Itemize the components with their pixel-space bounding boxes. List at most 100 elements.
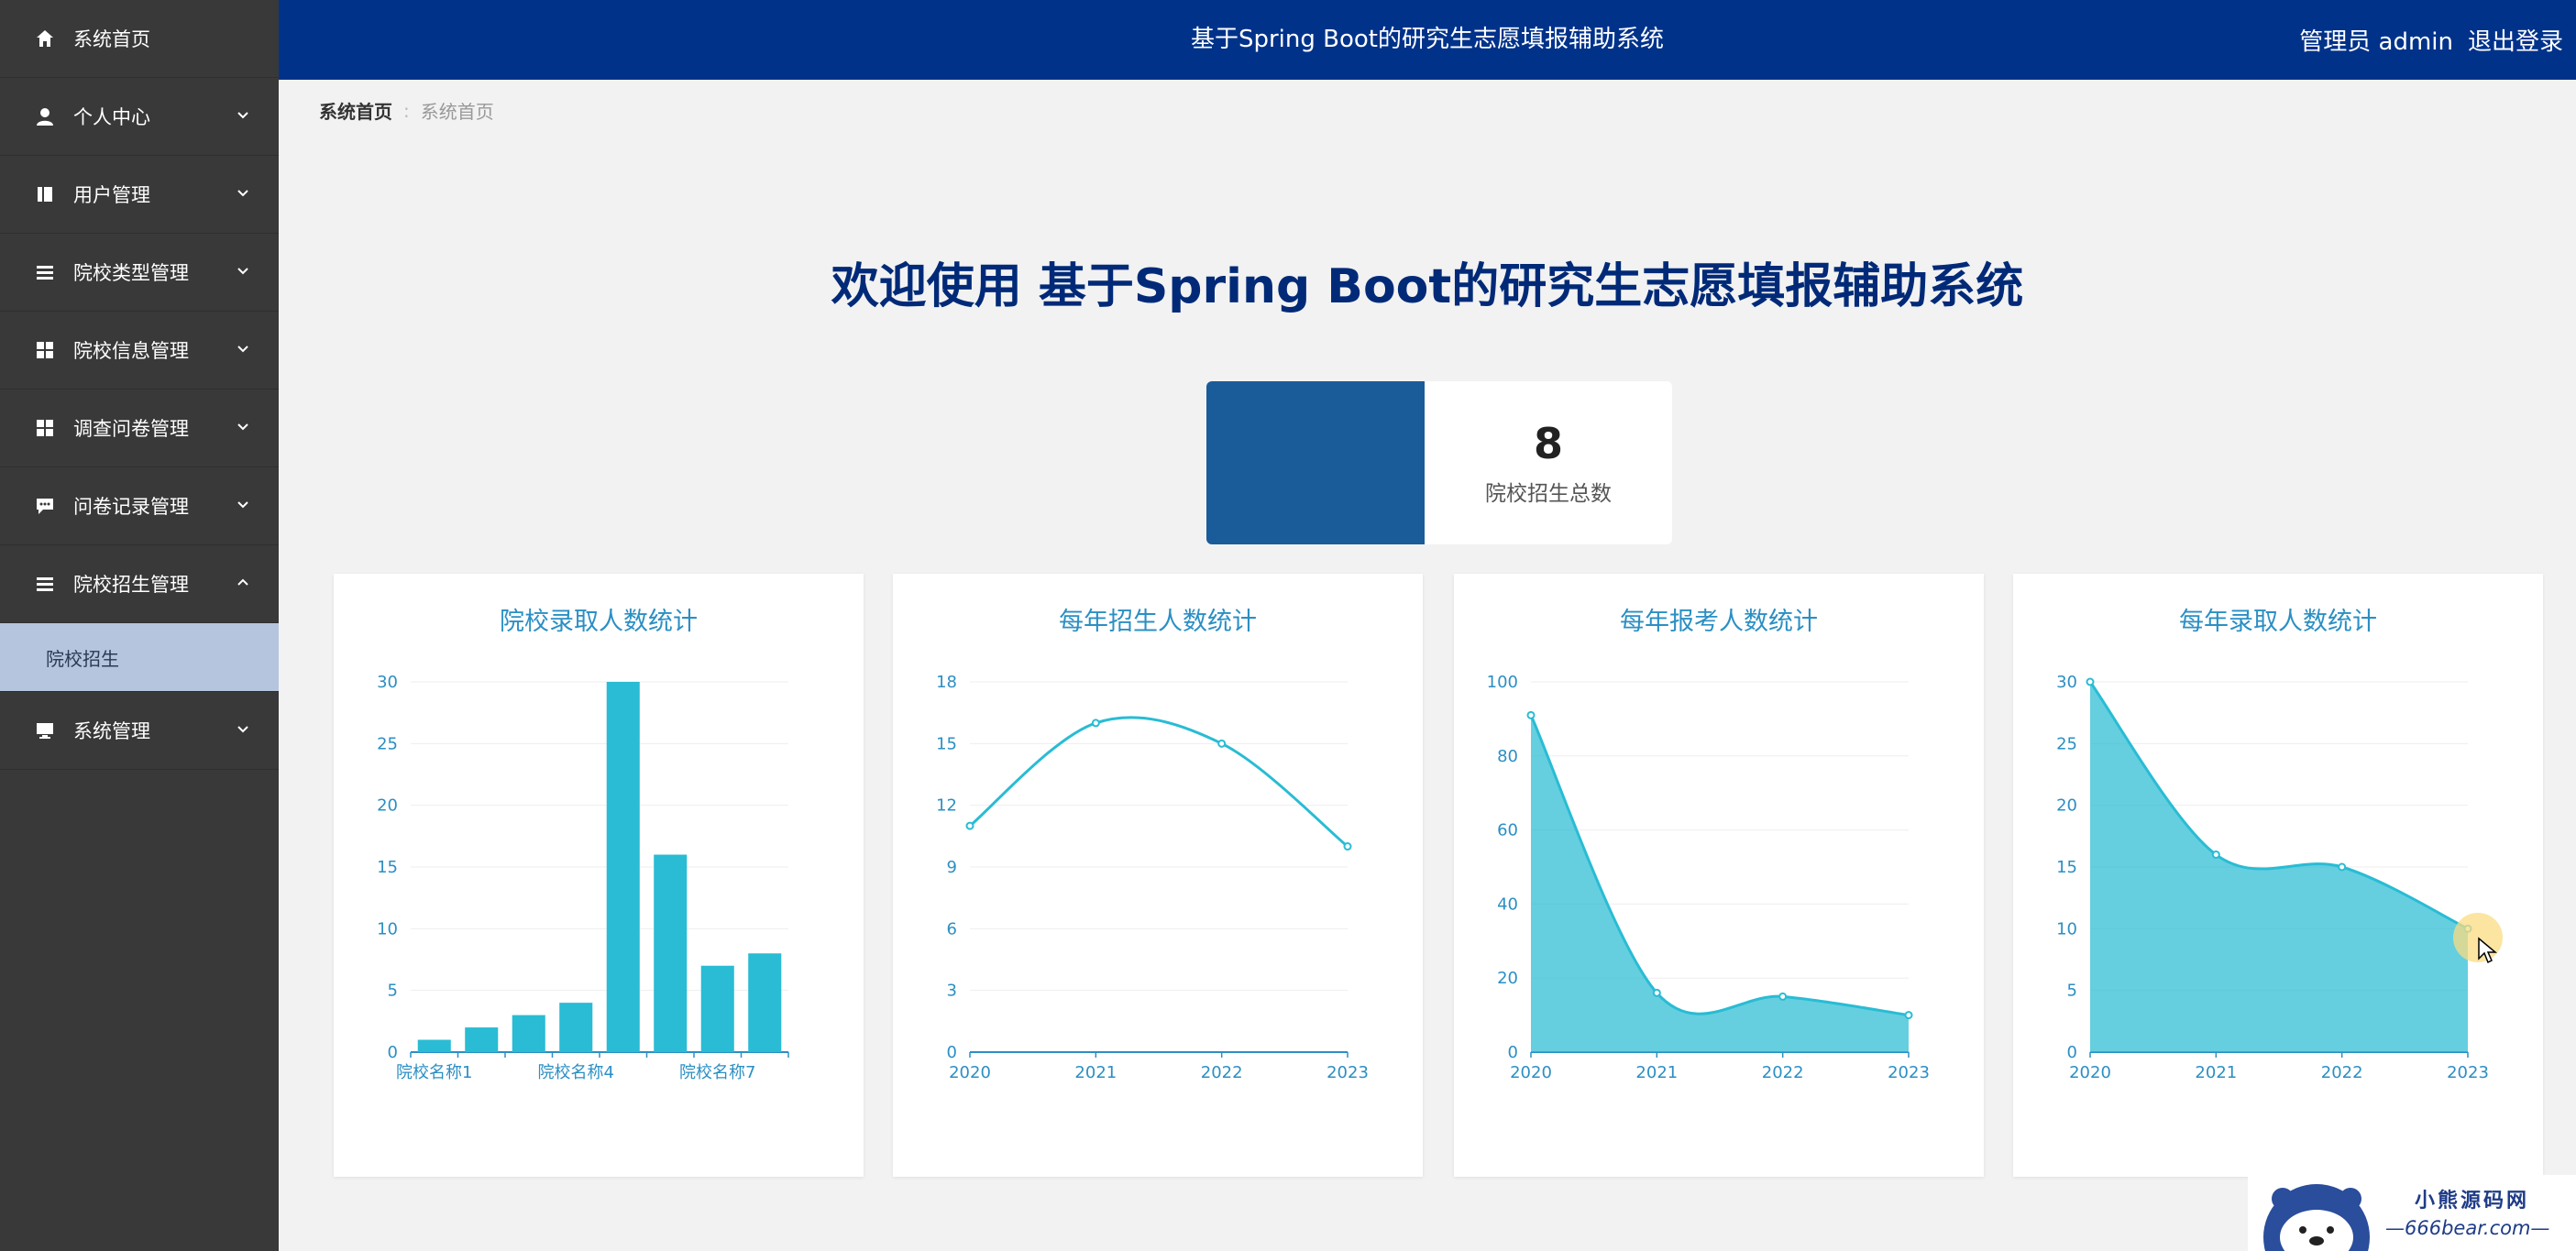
y-tick-label: 15 xyxy=(936,734,957,753)
y-tick-label: 9 xyxy=(947,858,957,877)
breadcrumb-home[interactable]: 系统首页 xyxy=(319,97,392,124)
data-point xyxy=(1343,842,1352,851)
y-tick-label: 30 xyxy=(377,673,398,692)
watermark-text-name: 小熊源码网 xyxy=(2415,1190,2530,1213)
bar xyxy=(559,1003,593,1052)
sidebar-item-survey-records[interactable]: 问卷记录管理 xyxy=(0,467,279,545)
x-tick-label: 院校名称7 xyxy=(679,1063,755,1082)
y-tick-label: 6 xyxy=(947,919,957,938)
y-tick-label: 15 xyxy=(377,858,398,877)
y-tick-label: 20 xyxy=(2056,796,2077,816)
y-tick-label: 3 xyxy=(947,982,957,1001)
list-icon xyxy=(35,574,55,594)
x-tick-label: 2020 xyxy=(2069,1063,2111,1082)
y-tick-label: 10 xyxy=(377,919,398,938)
chevron-down-icon xyxy=(237,423,248,431)
data-point xyxy=(1526,710,1536,719)
x-tick-label: 2020 xyxy=(1510,1063,1552,1082)
stat-card-accent xyxy=(1206,381,1425,544)
data-point xyxy=(1778,992,1788,1001)
y-tick-label: 80 xyxy=(1497,747,1518,766)
bar xyxy=(700,965,734,1052)
bar xyxy=(606,682,640,1052)
top-header: 基于Spring Boot的研究生志愿填报辅助系统 管理员 admin 退出登录 xyxy=(279,0,2576,80)
home-icon xyxy=(35,28,55,49)
y-tick-label: 0 xyxy=(1508,1043,1518,1062)
watermark-text-url: —666bear.com— xyxy=(2385,1217,2550,1239)
sidebar-item-label: 系统首页 xyxy=(73,28,150,50)
y-tick-label: 15 xyxy=(2056,858,2077,877)
data-point xyxy=(1904,1011,1913,1020)
y-tick-label: 100 xyxy=(1487,673,1518,692)
data-point xyxy=(1652,988,1661,997)
sidebar-item-label: 院校招生管理 xyxy=(73,574,189,596)
x-tick-label: 2022 xyxy=(1762,1063,1804,1082)
sidebar-subitem-enrollment[interactable]: 院校招生 xyxy=(0,623,279,692)
sidebar-item-enrollment[interactable]: 院校招生管理 xyxy=(0,545,279,623)
y-tick-label: 20 xyxy=(377,796,398,816)
x-tick-label: 院校名称1 xyxy=(396,1063,472,1082)
chart-card-yearly-enrollment: 每年招生人数统计 0 3 6 9 12 15 18 2020 2021 2022 2023 xyxy=(893,574,1423,1177)
bar xyxy=(417,1039,451,1052)
chevron-down-icon xyxy=(237,346,248,353)
sidebar-item-school-info[interactable]: 院校信息管理 xyxy=(0,312,279,390)
chart-card-yearly-admission: 每年录取人数统计 0 5 10 15 20 25 30 2020 2021 2022 2023 xyxy=(2013,574,2543,1177)
logout-link[interactable]: 退出登录 xyxy=(2468,23,2563,57)
page-title: 欢迎使用 基于Spring Boot的研究生志愿填报辅助系统 xyxy=(831,259,2024,314)
sidebar-item-school-type[interactable]: 院校类型管理 xyxy=(0,234,279,312)
chart-card-yearly-applicants: 每年报考人数统计 0 20 40 60 80 100 2020 2021 2022 2023 xyxy=(1454,574,1984,1177)
chevron-down-icon xyxy=(237,726,248,733)
y-tick-label: 0 xyxy=(2067,1043,2077,1062)
breadcrumb: 系统首页 : 系统首页 xyxy=(319,97,494,124)
monitor-icon xyxy=(35,720,55,741)
bar xyxy=(465,1027,499,1052)
sidebar-item-label: 个人中心 xyxy=(73,106,150,128)
x-tick-label: 2021 xyxy=(1074,1063,1117,1082)
data-point xyxy=(2086,677,2095,686)
sidebar-item-user-management[interactable]: 用户管理 xyxy=(0,156,279,234)
sidebar-item-personal-center[interactable]: 个人中心 xyxy=(0,78,279,156)
sidebar-subitem-label: 院校招生 xyxy=(46,647,119,670)
y-tick-label: 30 xyxy=(2056,673,2077,692)
y-tick-label: 60 xyxy=(1497,821,1518,840)
x-tick-label: 2020 xyxy=(949,1063,991,1082)
sidebar-item-survey[interactable]: 调查问卷管理 xyxy=(0,390,279,467)
chevron-down-icon xyxy=(237,501,248,509)
grid-icon xyxy=(35,340,55,360)
watermark-logo: 小熊源码网 —666bear.com— xyxy=(2248,1175,2576,1251)
area-fill xyxy=(1531,715,1909,1052)
data-point xyxy=(2338,862,2347,872)
stat-card: 8 院校招生总数 xyxy=(1206,381,1672,544)
stat-value: 8 xyxy=(1533,419,1563,468)
sidebar-item-label: 院校信息管理 xyxy=(73,340,189,362)
chevron-up-icon xyxy=(237,578,248,586)
y-tick-label: 12 xyxy=(936,796,957,816)
breadcrumb-separator: : xyxy=(403,99,410,122)
stat-card-content: 8 院校招生总数 xyxy=(1425,381,1672,544)
sidebar-item-home[interactable]: 系统首页 xyxy=(0,0,279,78)
chevron-down-icon xyxy=(237,268,248,275)
x-tick-label: 2021 xyxy=(1635,1063,1678,1082)
x-tick-label: 2021 xyxy=(2195,1063,2237,1082)
chat-icon xyxy=(35,496,55,516)
bar xyxy=(512,1015,545,1052)
chevron-down-icon xyxy=(237,190,248,197)
x-tick-label: 2023 xyxy=(2447,1063,2489,1082)
x-tick-label: 院校名称4 xyxy=(538,1063,614,1082)
header-user-area: 管理员 admin 退出登录 xyxy=(2284,0,2563,80)
data-point xyxy=(1217,739,1227,748)
x-tick-label: 2023 xyxy=(1327,1063,1369,1082)
sidebar-item-system[interactable]: 系统管理 xyxy=(0,692,279,770)
y-tick-label: 20 xyxy=(1497,969,1518,988)
y-tick-label: 25 xyxy=(377,734,398,753)
chart-yearly-applicants: 0 20 40 60 80 100 2020 2021 2022 2023 xyxy=(1487,673,1930,1082)
sidebar: 系统首页 个人中心 用户管理 院校类型管理 院校信息管理 调查问卷管理 问卷记录… xyxy=(0,0,279,1251)
sidebar-item-label: 调查问卷管理 xyxy=(73,418,189,440)
list-icon xyxy=(35,262,55,282)
y-tick-label: 18 xyxy=(936,673,957,692)
grid-icon xyxy=(35,418,55,438)
app-title: 基于Spring Boot的研究生志愿填报辅助系统 xyxy=(1190,26,1664,53)
user-label: 管理员 admin xyxy=(2299,28,2453,56)
y-tick-label: 5 xyxy=(388,982,398,1001)
x-tick-label: 2023 xyxy=(1888,1063,1930,1082)
